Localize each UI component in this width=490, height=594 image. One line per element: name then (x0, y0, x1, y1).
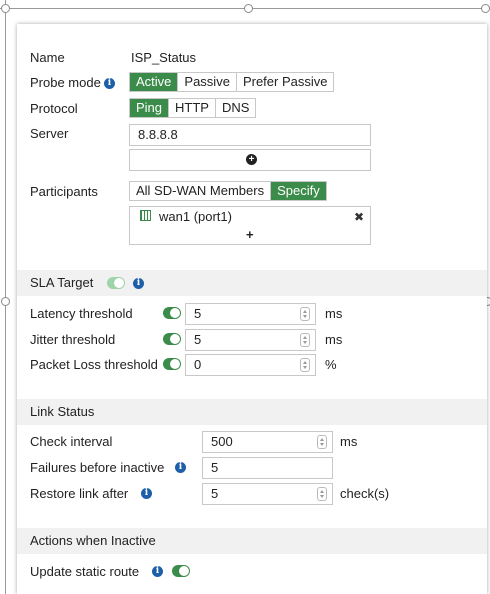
latency-threshold-value: 5 (194, 306, 202, 321)
probe-mode-prefer-passive-button[interactable]: Prefer Passive (237, 73, 334, 91)
probe-mode-passive-button[interactable]: Passive (178, 73, 237, 91)
link-status-section-header: Link Status (17, 399, 487, 425)
restore-link-info-icon[interactable]: i (141, 488, 152, 499)
resize-handle-middle-left[interactable] (1, 297, 10, 306)
participants-label: Participants (30, 184, 98, 199)
interface-icon (140, 210, 151, 221)
latency-threshold-label: Latency threshold (30, 306, 133, 321)
add-server-button[interactable]: + (129, 149, 371, 171)
jitter-unit: ms (325, 332, 343, 347)
protocol-label: Protocol (30, 101, 78, 116)
participants-list: wan1 (port1) ✖ + (129, 206, 371, 245)
packet-loss-spinner-icon[interactable] (300, 358, 310, 372)
latency-threshold-input[interactable]: 5 (185, 303, 316, 325)
participants-specify-button[interactable]: Specify (271, 182, 326, 200)
restore-link-unit: check(s) (340, 486, 390, 501)
protocol-selector: Ping HTTP DNS (129, 98, 257, 118)
sla-target-title: SLA Target (30, 275, 94, 290)
participant-member-label: wan1 (port1) (159, 209, 232, 224)
restore-link-after-input[interactable]: 5 (202, 483, 333, 505)
jitter-spinner-icon[interactable] (300, 333, 310, 347)
probe-mode-label: Probe mode (30, 75, 101, 90)
resize-handle-top-left[interactable] (1, 4, 10, 13)
probe-mode-info-icon[interactable]: i (104, 78, 115, 89)
sla-target-section-header: SLA Target i (17, 270, 487, 296)
jitter-threshold-toggle[interactable] (163, 333, 181, 345)
failures-before-inactive-value: 5 (211, 460, 219, 475)
jitter-threshold-value: 5 (194, 332, 202, 347)
name-label: Name (30, 50, 65, 65)
sla-target-info-icon[interactable]: i (133, 278, 144, 289)
check-interval-value: 500 (211, 434, 233, 449)
latency-spinner-icon[interactable] (300, 307, 310, 321)
server-label: Server (30, 126, 69, 141)
update-static-route-label: Update static route (30, 564, 140, 579)
update-static-route-toggle[interactable] (172, 565, 190, 577)
restore-link-spinner-icon[interactable] (317, 487, 327, 501)
check-interval-input[interactable]: 500 (202, 431, 333, 453)
failures-info-icon[interactable]: i (175, 462, 186, 473)
participants-selector: All SD-WAN Members Specify (129, 181, 327, 201)
latency-threshold-toggle[interactable] (163, 307, 181, 319)
probe-mode-active-button[interactable]: Active (130, 73, 179, 91)
link-status-title: Link Status (30, 404, 95, 419)
check-interval-label: Check interval (30, 434, 113, 449)
remove-member-icon[interactable]: ✖ (354, 208, 364, 226)
packet-loss-threshold-label: Packet Loss threshold (30, 357, 158, 372)
check-interval-spinner-icon[interactable] (317, 435, 327, 449)
packet-loss-threshold-value: 0 (194, 357, 202, 372)
probe-mode-selector: Active Passive Prefer Passive (129, 72, 335, 92)
resize-handle-top-right[interactable] (481, 4, 490, 13)
server-input[interactable]: 8.8.8.8 (129, 124, 371, 146)
restore-link-after-label: Restore link after (30, 486, 129, 501)
actions-when-inactive-title: Actions when Inactive (30, 533, 156, 548)
plus-circle-icon: + (246, 154, 257, 165)
name-value: ISP_Status (131, 50, 197, 65)
latency-unit: ms (325, 306, 343, 321)
failures-before-inactive-input[interactable]: 5 (202, 457, 333, 479)
packet-loss-unit: % (325, 357, 337, 372)
sla-target-toggle[interactable] (107, 277, 125, 289)
resize-handle-top-middle[interactable] (244, 4, 253, 13)
protocol-ping-button[interactable]: Ping (130, 99, 170, 117)
actions-when-inactive-section-header: Actions when Inactive (17, 528, 487, 554)
jitter-threshold-input[interactable]: 5 (185, 329, 316, 351)
jitter-threshold-label: Jitter threshold (30, 332, 116, 347)
packet-loss-threshold-input[interactable]: 0 (185, 354, 316, 376)
protocol-http-button[interactable]: HTTP (169, 99, 216, 117)
update-static-route-info-icon[interactable]: i (152, 566, 163, 577)
restore-link-after-value: 5 (211, 486, 219, 501)
add-member-button[interactable]: + (246, 226, 254, 244)
check-interval-unit: ms (340, 434, 358, 449)
packet-loss-threshold-toggle[interactable] (163, 358, 181, 370)
protocol-dns-button[interactable]: DNS (216, 99, 255, 117)
sla-settings-panel: Name ISP_Status Probe mode i Active Pass… (17, 24, 487, 594)
participants-all-members-button[interactable]: All SD-WAN Members (130, 182, 272, 200)
failures-before-inactive-label: Failures before inactive (30, 460, 165, 475)
